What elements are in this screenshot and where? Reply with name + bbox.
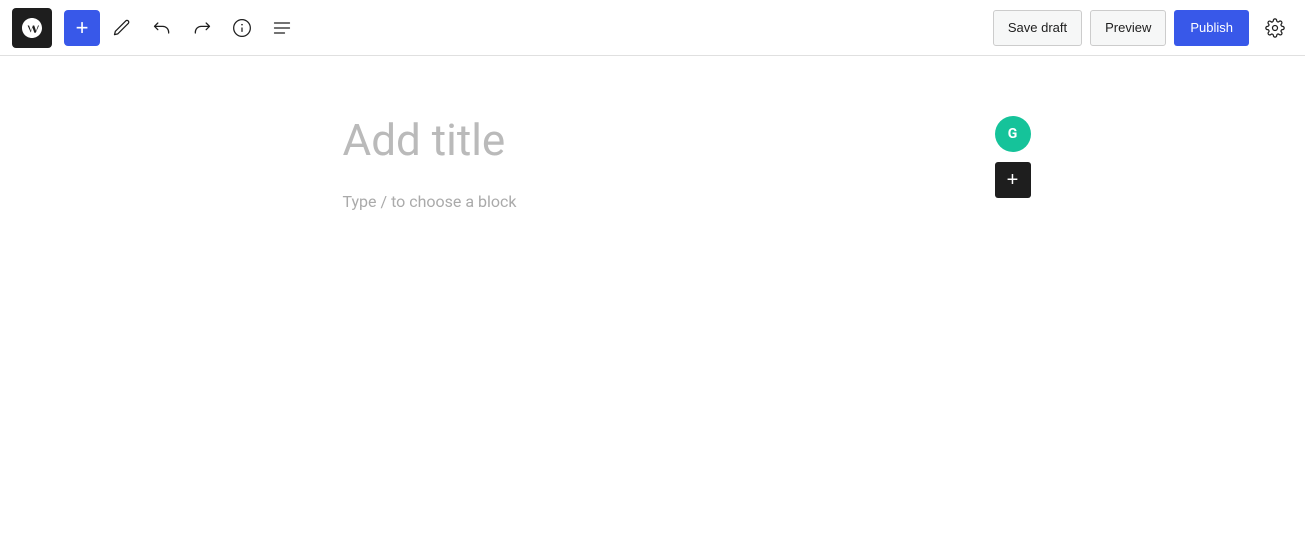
info-icon [232,18,252,38]
editor-content: Add title Type / to choose a block G + [343,116,963,211]
settings-icon [1265,18,1285,38]
redo-button[interactable] [184,10,220,46]
grammarly-button[interactable]: G [995,116,1031,152]
save-draft-button[interactable]: Save draft [993,10,1082,46]
toolbar-right: Save draft Preview Publish [993,10,1293,46]
undo-icon [152,18,172,38]
undo-button[interactable] [144,10,180,46]
inline-add-block-button[interactable]: + [995,162,1031,198]
plus-icon: + [76,17,89,39]
add-block-button[interactable]: + [64,10,100,46]
wordpress-icon [20,16,44,40]
toolbar: + Save draft Previe [0,0,1305,56]
settings-button[interactable] [1257,10,1293,46]
editor-area: Add title Type / to choose a block G + [0,56,1305,231]
redo-icon [192,18,212,38]
pen-icon [112,18,132,38]
publish-button[interactable]: Publish [1174,10,1249,46]
list-view-icon [272,18,292,38]
block-add-icon: + [1007,170,1019,190]
grammarly-logo: G [1008,126,1018,142]
title-field[interactable]: Add title [343,116,963,164]
details-button[interactable] [224,10,260,46]
wordpress-logo[interactable] [12,8,52,48]
list-view-button[interactable] [264,10,300,46]
preview-button[interactable]: Preview [1090,10,1166,46]
block-placeholder[interactable]: Type / to choose a block [343,192,963,211]
tools-button[interactable] [104,10,140,46]
